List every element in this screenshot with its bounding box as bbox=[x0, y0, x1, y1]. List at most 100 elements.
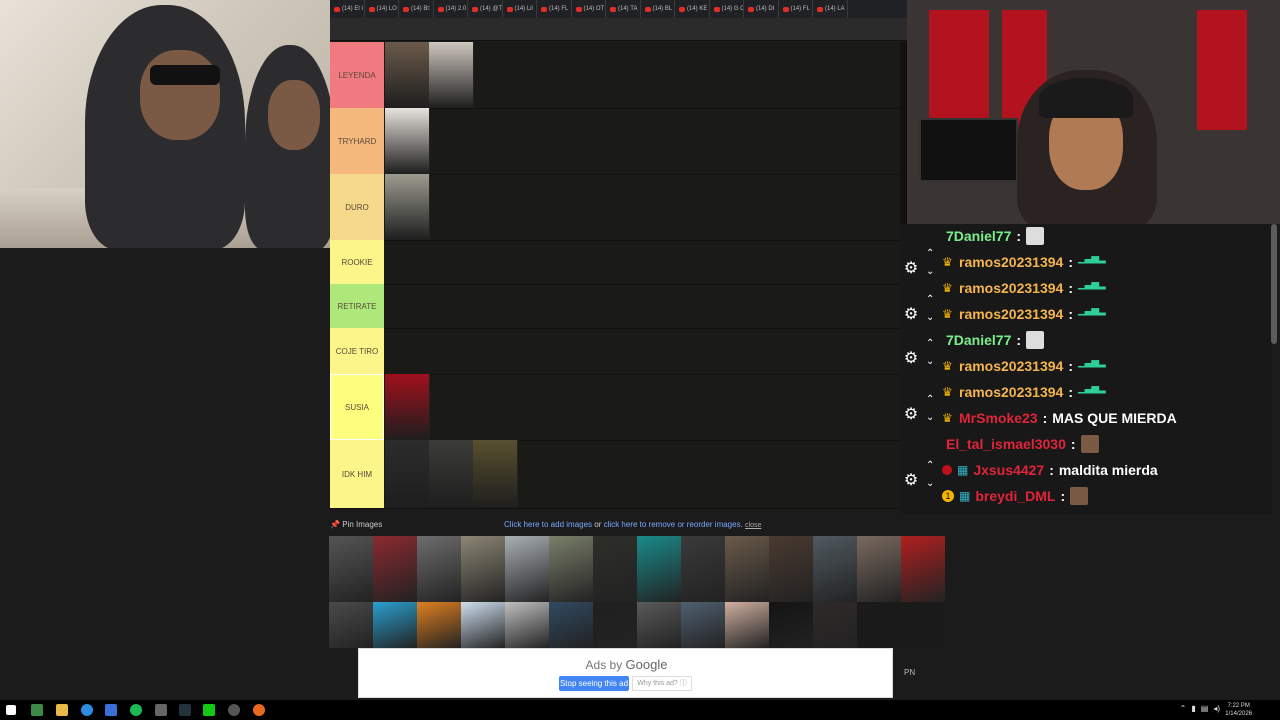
chrome-icon[interactable] bbox=[253, 704, 265, 716]
edge-icon[interactable] bbox=[81, 704, 93, 716]
tier-label[interactable]: IDK HIM bbox=[330, 440, 384, 508]
browser-tab[interactable]: (14) El I bbox=[330, 0, 365, 18]
pool-image[interactable] bbox=[417, 536, 461, 602]
pool-image[interactable] bbox=[329, 536, 373, 602]
file-explorer-icon[interactable] bbox=[56, 704, 68, 716]
chevron-down-icon[interactable]: ⌄ bbox=[926, 478, 934, 489]
browser-tab[interactable]: (14) LA bbox=[813, 0, 848, 18]
chat-scrollbar[interactable] bbox=[1271, 224, 1277, 344]
pool-image[interactable] bbox=[769, 602, 813, 648]
browser-tab[interactable]: (14) 2.0 bbox=[434, 0, 468, 18]
pool-image[interactable] bbox=[901, 536, 945, 602]
battery-icon[interactable]: ▮ bbox=[1191, 704, 1195, 713]
tier-image[interactable] bbox=[429, 440, 474, 508]
close-link[interactable]: close bbox=[745, 522, 761, 529]
remove-images-link[interactable]: click here to remove or reorder images. bbox=[604, 520, 743, 529]
browser-tab[interactable]: (14) Bl: bbox=[399, 0, 434, 18]
app-icon[interactable] bbox=[155, 704, 167, 716]
chevron-down-icon[interactable]: ⌄ bbox=[926, 356, 934, 367]
chevron-up-icon[interactable]: ⌃ bbox=[926, 338, 934, 349]
chevron-up-icon[interactable]: ⌃ bbox=[1180, 704, 1187, 713]
pool-image[interactable] bbox=[593, 602, 637, 648]
browser-tab[interactable]: (14) G C bbox=[710, 0, 744, 18]
pool-image[interactable] bbox=[373, 602, 417, 648]
browser-tab[interactable]: (14) @T bbox=[468, 0, 503, 18]
why-this-ad-button[interactable]: Why this ad? ⓘ bbox=[632, 676, 692, 691]
chat-username[interactable]: Jxsus4427 bbox=[973, 462, 1044, 478]
browser-tab[interactable]: (14) BL bbox=[641, 0, 675, 18]
windows-start-icon[interactable] bbox=[6, 705, 16, 715]
clock[interactable]: 7:22 PM 1/14/2026 bbox=[1225, 702, 1252, 718]
chevron-down-icon[interactable]: ⌄ bbox=[926, 312, 934, 323]
pool-image[interactable] bbox=[813, 536, 857, 602]
pool-image[interactable] bbox=[681, 602, 725, 648]
chat-username[interactable]: ramos20231394 bbox=[959, 358, 1063, 374]
chat-username[interactable]: ramos20231394 bbox=[959, 280, 1063, 296]
chat-username[interactable]: 7Daniel77 bbox=[946, 228, 1011, 244]
add-images-link[interactable]: Click here to add images bbox=[504, 520, 592, 529]
store-icon[interactable] bbox=[105, 704, 117, 716]
browser-tab[interactable]: (14) OT bbox=[572, 0, 606, 18]
pool-image[interactable] bbox=[505, 536, 549, 602]
pool-image[interactable] bbox=[373, 536, 417, 602]
tier-image[interactable] bbox=[473, 440, 518, 508]
tier-label[interactable]: TRYHARD bbox=[330, 108, 384, 174]
tier-label[interactable]: RETIRATE bbox=[330, 284, 384, 328]
tier-label[interactable]: LEYENDA bbox=[330, 42, 384, 108]
tier-image[interactable] bbox=[429, 42, 474, 108]
chat-username[interactable]: ramos20231394 bbox=[959, 306, 1063, 322]
chat-username[interactable]: 7Daniel77 bbox=[946, 332, 1011, 348]
chat-username[interactable]: MrSmoke23 bbox=[959, 410, 1038, 426]
browser-tab[interactable]: (14) TA bbox=[606, 0, 641, 18]
pool-image[interactable] bbox=[549, 536, 593, 602]
tier-label[interactable]: ROOKIE bbox=[330, 240, 384, 284]
gear-icon[interactable]: ⚙ bbox=[902, 258, 920, 278]
chevron-up-icon[interactable]: ⌃ bbox=[926, 394, 934, 405]
pool-image[interactable] bbox=[461, 602, 505, 648]
chevron-down-icon[interactable]: ⌄ bbox=[926, 266, 934, 277]
browser-tab[interactable]: (14) FL bbox=[779, 0, 813, 18]
obs-icon[interactable] bbox=[228, 704, 240, 716]
gear-icon[interactable]: ⚙ bbox=[902, 470, 920, 490]
stop-seeing-ad-button[interactable]: Stop seeing this ad bbox=[559, 676, 629, 691]
browser-tab[interactable]: (14) DI bbox=[744, 0, 779, 18]
pool-image[interactable] bbox=[725, 602, 769, 648]
pool-image[interactable] bbox=[725, 536, 769, 602]
tier-label[interactable]: SUSIA bbox=[330, 374, 384, 440]
chevron-up-icon[interactable]: ⌃ bbox=[926, 294, 934, 305]
green-app-icon[interactable] bbox=[203, 704, 215, 716]
terminal-icon[interactable] bbox=[179, 704, 191, 716]
volume-icon[interactable]: ◂) bbox=[1213, 704, 1220, 713]
gear-icon[interactable]: ⚙ bbox=[902, 404, 920, 424]
tier-image[interactable] bbox=[385, 108, 430, 174]
tier-image[interactable] bbox=[385, 374, 430, 440]
tier-label[interactable]: DURO bbox=[330, 174, 384, 240]
browser-tab[interactable]: (14) KE bbox=[675, 0, 710, 18]
browser-tab[interactable]: (14) LO bbox=[365, 0, 399, 18]
gear-icon[interactable]: ⚙ bbox=[902, 348, 920, 368]
pool-image[interactable] bbox=[417, 602, 461, 648]
pool-image[interactable] bbox=[681, 536, 725, 602]
spotify-icon[interactable] bbox=[130, 704, 142, 716]
tier-image[interactable] bbox=[385, 42, 430, 108]
pool-image[interactable] bbox=[505, 602, 549, 648]
chat-username[interactable]: El_tal_ismael3030 bbox=[946, 436, 1066, 452]
browser-tab[interactable]: (14) FL bbox=[537, 0, 572, 18]
pool-image[interactable] bbox=[329, 602, 373, 648]
pool-image[interactable] bbox=[857, 536, 901, 602]
chat-username[interactable]: ramos20231394 bbox=[959, 384, 1063, 400]
pool-image[interactable] bbox=[769, 536, 813, 602]
pool-image[interactable] bbox=[813, 602, 857, 648]
network-icon[interactable]: ▤ bbox=[1201, 704, 1209, 713]
browser-tab[interactable]: (14) Lil bbox=[503, 0, 537, 18]
pin-images[interactable]: 📌 Pin Images bbox=[330, 520, 382, 529]
chevron-up-icon[interactable]: ⌃ bbox=[926, 248, 934, 259]
pool-image[interactable] bbox=[637, 536, 681, 602]
pool-image[interactable] bbox=[593, 536, 637, 602]
pool-image[interactable] bbox=[549, 602, 593, 648]
gear-icon[interactable]: ⚙ bbox=[902, 304, 920, 324]
chevron-down-icon[interactable]: ⌄ bbox=[926, 412, 934, 423]
tier-image[interactable] bbox=[385, 174, 430, 240]
chat-username[interactable]: breydi_DML bbox=[975, 488, 1055, 504]
chat-username[interactable]: ramos20231394 bbox=[959, 254, 1063, 270]
